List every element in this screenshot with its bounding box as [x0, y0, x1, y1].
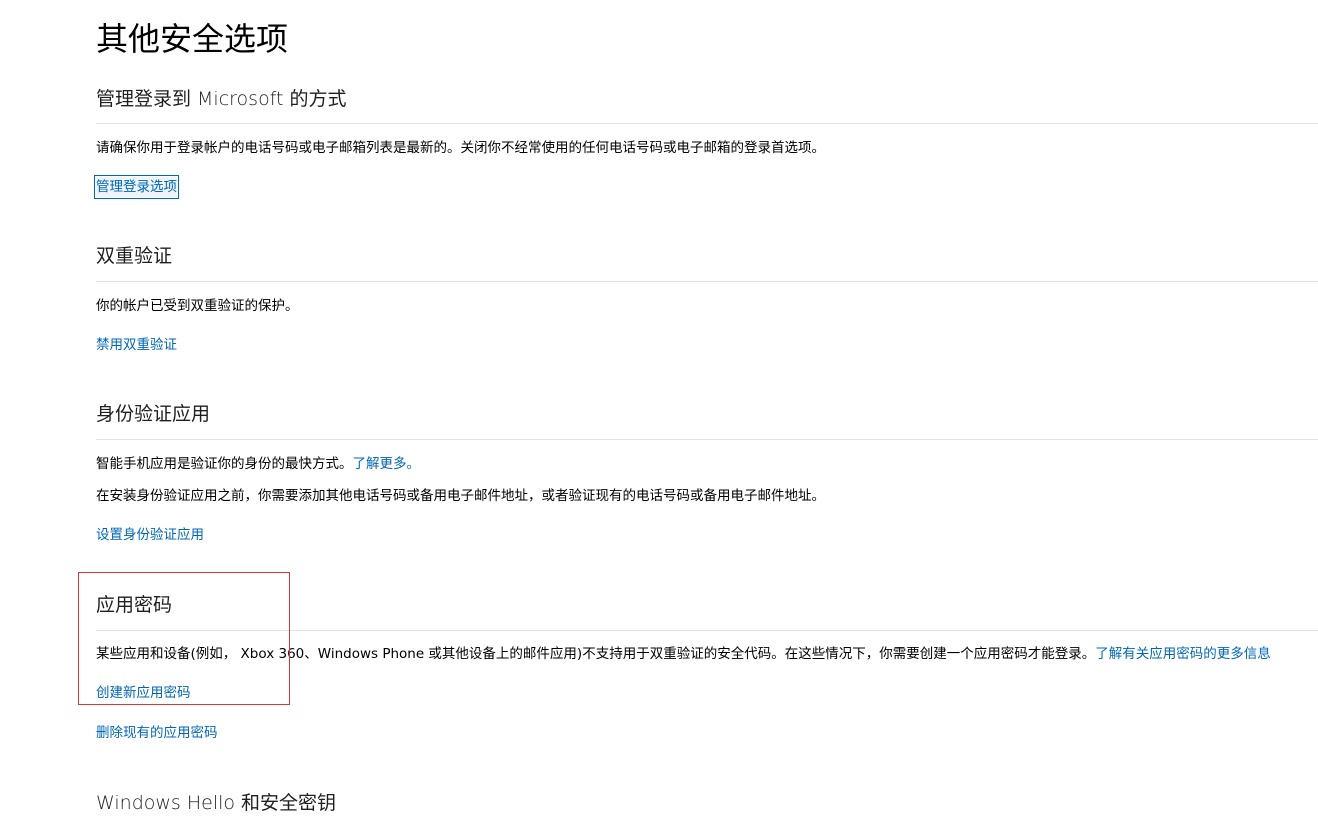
create-app-password-link[interactable]: 创建新应用密码: [96, 683, 191, 703]
app-passwords-learn-more-link[interactable]: 了解有关应用密码的更多信息: [1095, 646, 1271, 662]
remove-app-passwords-link[interactable]: 删除现有的应用密码: [96, 723, 218, 743]
authenticator-description-text: 智能手机应用是验证你的身份的最快方式。: [96, 456, 353, 472]
authenticator-heading: 身份验证应用: [96, 403, 211, 425]
page-title: 其他安全选项: [96, 20, 289, 58]
two-step-heading: 双重验证: [96, 245, 173, 267]
windows-hello-heading: Windows Hello 和安全密钥: [96, 792, 337, 814]
manage-signin-description: 请确保你用于登录帐户的电话号码或电子邮箱列表是最新的。关闭你不经常使用的任何电话…: [96, 140, 825, 156]
authenticator-description-2: 在安装身份验证应用之前，你需要添加其他电话号码或备用电子邮件地址，或者验证现有的…: [96, 488, 825, 504]
two-step-description: 你的帐户已受到双重验证的保护。: [96, 298, 299, 314]
manage-signin-heading: 管理登录到 Microsoft 的方式: [96, 88, 347, 110]
section-divider: [96, 630, 1318, 631]
authenticator-learn-more-link[interactable]: 了解更多。: [353, 456, 421, 472]
authenticator-description-1: 智能手机应用是验证你的身份的最快方式。了解更多。: [96, 454, 420, 474]
app-passwords-heading: 应用密码: [96, 594, 173, 616]
section-divider: [96, 281, 1318, 282]
manage-signin-options-link[interactable]: 管理登录选项: [94, 175, 179, 199]
disable-two-step-link[interactable]: 禁用双重验证: [96, 335, 177, 355]
setup-authenticator-link[interactable]: 设置身份验证应用: [96, 525, 204, 545]
section-divider: [96, 123, 1318, 124]
section-divider: [96, 439, 1318, 440]
app-passwords-description: 某些应用和设备(例如， Xbox 360、Windows Phone 或其他设备…: [96, 644, 1271, 664]
app-passwords-description-text: 某些应用和设备(例如， Xbox 360、Windows Phone 或其他设备…: [96, 646, 1096, 662]
security-options-page: 其他安全选项 管理登录到 Microsoft 的方式 请确保你用于登录帐户的电话…: [0, 0, 1318, 824]
